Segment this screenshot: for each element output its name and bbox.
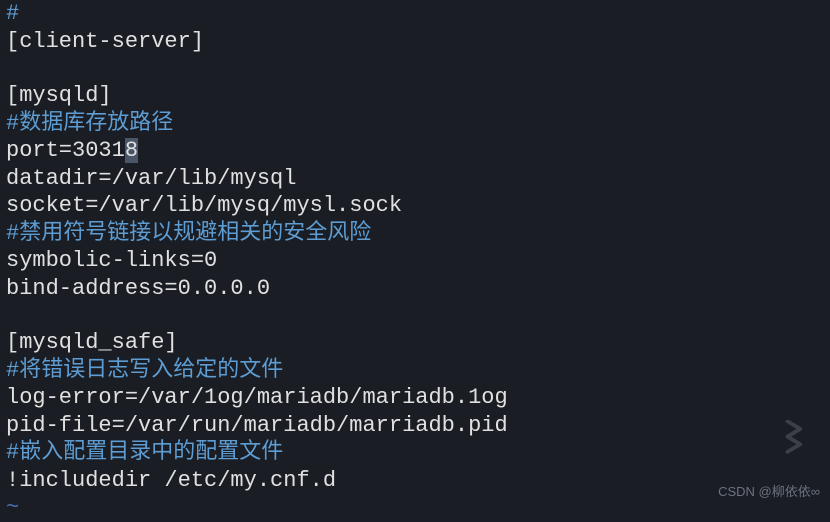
- editor-line: pid-file=/var/run/mariadb/marriadb.pid: [6, 412, 824, 440]
- editor-line: socket=/var/lib/mysq/mysl.sock: [6, 192, 824, 220]
- comment-log-error: #将错误日志写入给定的文件: [6, 358, 283, 383]
- section-mysqld-safe: [mysqld_safe]: [6, 330, 178, 355]
- config-bind-address: bind-address=0.0.0.0: [6, 276, 270, 301]
- editor-line-blank: [6, 55, 824, 82]
- editor-line: #数据库存放路径: [6, 110, 824, 138]
- comment-marker: #: [6, 1, 19, 26]
- editor-line: datadir=/var/lib/mysql: [6, 165, 824, 193]
- editor-line: port=30318: [6, 137, 824, 165]
- editor-line: symbolic-links=0: [6, 247, 824, 275]
- csdn-watermark: CSDN @柳依依∞: [718, 484, 820, 500]
- editor-line: [mysqld]: [6, 82, 824, 110]
- editor-line: bind-address=0.0.0.0: [6, 275, 824, 303]
- editor-line: !includedir /etc/my.cnf.d: [6, 467, 824, 495]
- editor-line: log-error=/var/1og/mariadb/mariadb.1og: [6, 384, 824, 412]
- comment-db-path: #数据库存放路径: [6, 111, 173, 136]
- config-datadir: datadir=/var/lib/mysql: [6, 166, 296, 191]
- editor-line: [client-server]: [6, 28, 824, 56]
- section-client-server: [client-server]: [6, 29, 204, 54]
- editor-line: #禁用符号链接以规避相关的安全风险: [6, 220, 824, 248]
- comment-symlink: #禁用符号链接以规避相关的安全风险: [6, 221, 371, 246]
- config-log-error: log-error=/var/1og/mariadb/mariadb.1og: [6, 385, 508, 410]
- config-pid-file: pid-file=/var/run/mariadb/marriadb.pid: [6, 413, 508, 438]
- editor-line: #嵌入配置目录中的配置文件: [6, 439, 824, 467]
- section-mysqld: [mysqld]: [6, 83, 112, 108]
- comment-include: #嵌入配置目录中的配置文件: [6, 440, 283, 465]
- editor-line: #: [6, 0, 824, 28]
- vim-tilde: ~: [6, 495, 19, 520]
- cursor-highlight: 8: [125, 138, 138, 163]
- config-socket: socket=/var/lib/mysq/mysl.sock: [6, 193, 402, 218]
- config-includedir: !includedir /etc/my.cnf.d: [6, 468, 336, 493]
- editor-line: [mysqld_safe]: [6, 329, 824, 357]
- config-port: port=3031: [6, 138, 125, 163]
- editor-line: ~: [6, 494, 824, 522]
- editor-line: #将错误日志写入给定的文件: [6, 357, 824, 385]
- config-editor[interactable]: # [client-server] [mysqld] #数据库存放路径 port…: [0, 0, 830, 522]
- csdn-logo-icon: [776, 420, 812, 456]
- editor-line-blank: [6, 302, 824, 329]
- config-symbolic-links: symbolic-links=0: [6, 248, 217, 273]
